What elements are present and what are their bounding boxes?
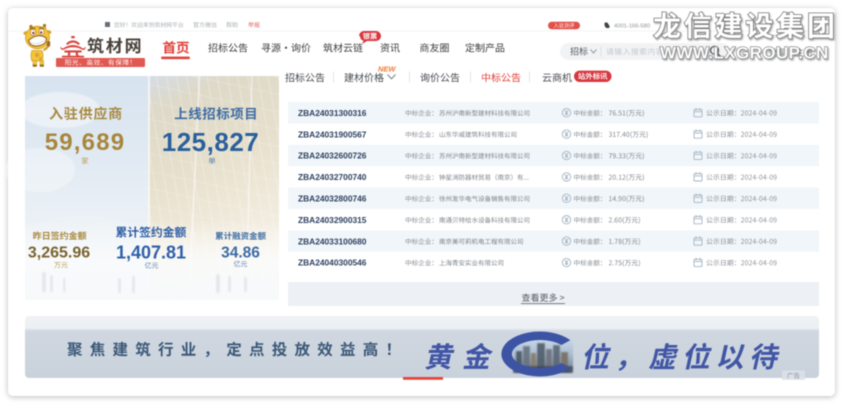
svg-text:4001-166-580: 4001-166-580 <box>614 23 650 29</box>
svg-text:WWW.LXGROUP.CN: WWW.LXGROUP.CN <box>660 44 829 63</box>
svg-text:ZBA24032800746: ZBA24032800746 <box>298 194 367 204</box>
svg-text:ZBA24032600726: ZBA24032600726 <box>298 151 367 161</box>
svg-text:NEW: NEW <box>378 65 396 74</box>
svg-text:125,827: 125,827 <box>162 127 259 157</box>
svg-text:ZBA24033100680: ZBA24033100680 <box>298 236 367 246</box>
svg-text:ZBA24031300316: ZBA24031300316 <box>298 108 367 118</box>
svg-text:ZBA24032900315: ZBA24032900315 <box>298 215 367 225</box>
svg-text:ZBA24031900567: ZBA24031900567 <box>298 129 367 139</box>
svg-text:ZBA24032700740: ZBA24032700740 <box>298 172 367 182</box>
svg-text:59,689: 59,689 <box>45 129 126 156</box>
svg-text:ZBA24040300546: ZBA24040300546 <box>298 258 367 268</box>
svg-text:3,265.96: 3,265.96 <box>28 245 90 262</box>
svg-text:1,407.81: 1,407.81 <box>116 243 186 263</box>
svg-text:34.86: 34.86 <box>221 245 260 262</box>
